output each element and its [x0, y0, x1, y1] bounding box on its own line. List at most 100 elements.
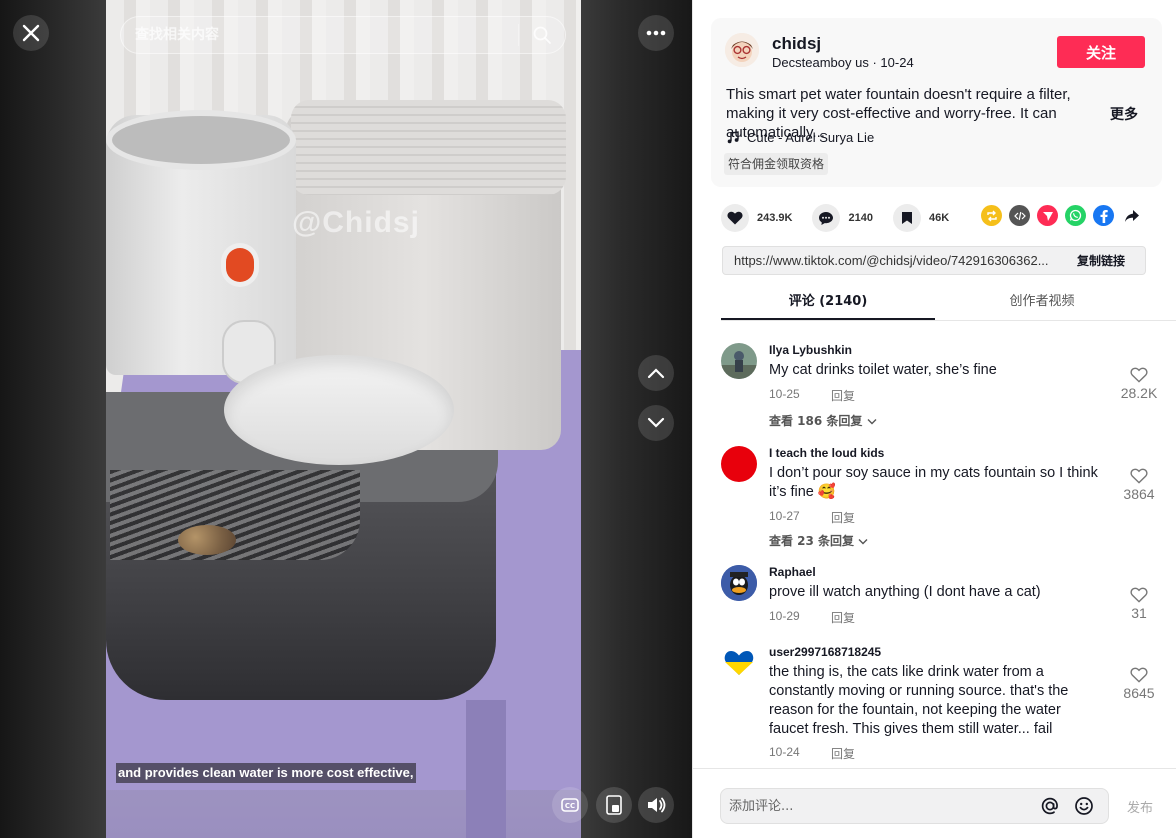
share-icons: [981, 205, 1142, 226]
author-avatar[interactable]: [725, 33, 759, 67]
follow-button[interactable]: 关注: [1057, 36, 1145, 68]
send-icon: [1042, 211, 1053, 221]
author-meta: Decsteamboy us · 10-24: [772, 55, 914, 70]
copy-link-button[interactable]: 复制链接: [1057, 252, 1145, 269]
comment-like-button[interactable]: 8645: [1117, 667, 1161, 701]
embed-button[interactable]: [1009, 205, 1030, 226]
commenter-username[interactable]: user2997168718245: [769, 645, 881, 659]
heart-outline-icon: [1130, 367, 1148, 383]
view-replies-link[interactable]: 查看 23 条回复: [769, 532, 868, 549]
mention-icon[interactable]: [1040, 796, 1060, 816]
comment-like-button[interactable]: 3864: [1117, 468, 1161, 502]
comment-like-count: 8645: [1123, 685, 1155, 701]
search-button[interactable]: [519, 17, 565, 53]
comment-item: user2997168718245 the thing is, the cats…: [721, 645, 1161, 767]
music-note-icon: [727, 131, 739, 144]
commenter-avatar[interactable]: [721, 446, 757, 482]
comment-like-button[interactable]: 31: [1117, 587, 1161, 621]
video-scene-food: [178, 525, 236, 555]
commenter-username[interactable]: Ilya Lybushkin: [769, 343, 852, 357]
video-caption: and provides clean water is more cost ef…: [116, 763, 416, 783]
music-title: Cute - Aurel Surya Lie: [747, 130, 875, 145]
video-scene-bowl: [224, 355, 454, 465]
tab-comments[interactable]: 评论 (2140): [721, 285, 935, 320]
comment-button[interactable]: [812, 204, 841, 232]
expand-description-link[interactable]: 更多: [1110, 104, 1138, 124]
more-dots-icon: [646, 30, 666, 36]
close-button[interactable]: [13, 15, 49, 51]
comment-date: 10-24: [769, 745, 800, 759]
comment-date: 10-27: [769, 509, 800, 523]
video-player[interactable]: @Chidsj and provides clean water is more…: [0, 0, 692, 838]
comment-action[interactable]: 2140: [812, 204, 873, 232]
captions-icon: CC: [561, 798, 579, 812]
floating-player-button[interactable]: [596, 787, 632, 823]
search-bar[interactable]: [120, 16, 566, 54]
comment-date: 10-29: [769, 609, 800, 623]
comment-composer: 发布: [693, 768, 1176, 838]
commission-eligible-tag: 符合佣金领取资格: [724, 153, 829, 175]
author-display-name[interactable]: Decsteamboy us: [772, 55, 869, 70]
repost-button[interactable]: [981, 205, 1002, 226]
comment-like-count: 28.2K: [1120, 385, 1158, 401]
comment-text: I don’t pour soy sauce in my cats founta…: [769, 465, 1098, 500]
volume-icon: [648, 797, 666, 813]
heart-icon: [727, 211, 743, 225]
tab-creator-videos[interactable]: 创作者视频: [935, 285, 1149, 320]
previous-video-button[interactable]: [638, 355, 674, 391]
facebook-icon: [1100, 209, 1108, 223]
share-link-box: https://www.tiktok.com/@chidsj/video/742…: [722, 246, 1146, 275]
video-frame[interactable]: @Chidsj: [106, 0, 581, 838]
comment-item: Raphael prove ill watch anything (I dont…: [721, 565, 1161, 637]
author-username[interactable]: chidsj: [772, 34, 821, 54]
send-to-friends-button[interactable]: [1037, 205, 1058, 226]
whatsapp-icon: [1069, 209, 1082, 222]
video-scene-grate: [110, 470, 360, 560]
view-replies-label: 查看 186 条回复: [769, 414, 863, 428]
whatsapp-share-button[interactable]: [1065, 205, 1086, 226]
view-replies-label: 查看 23 条回复: [769, 534, 855, 548]
save-action[interactable]: 46K: [892, 204, 949, 232]
commenter-username[interactable]: I teach the loud kids: [769, 446, 884, 460]
video-url[interactable]: https://www.tiktok.com/@chidsj/video/742…: [723, 253, 1057, 268]
commenter-avatar[interactable]: [721, 645, 757, 681]
commenter-avatar[interactable]: [721, 565, 757, 601]
next-video-button[interactable]: [638, 405, 674, 441]
comment-list[interactable]: Ilya Lybushkin My cat drinks toilet wate…: [693, 322, 1176, 767]
video-scene-cylinder-top: [106, 110, 296, 170]
like-button[interactable]: [721, 204, 749, 232]
like-action[interactable]: 243.9K: [721, 204, 792, 232]
reply-button[interactable]: 回复: [831, 509, 855, 526]
heart-outline-icon: [1130, 667, 1148, 683]
comment-input[interactable]: [721, 789, 1040, 823]
commenter-username[interactable]: Raphael: [769, 565, 816, 579]
captions-button[interactable]: CC: [552, 787, 588, 823]
emoji-icon[interactable]: [1074, 796, 1094, 816]
comment-box[interactable]: [720, 788, 1109, 824]
comment-like-button[interactable]: 28.2K: [1117, 367, 1161, 401]
side-panel: chidsj Decsteamboy us · 10-24 关注 This sm…: [692, 0, 1176, 838]
facebook-share-button[interactable]: [1093, 205, 1114, 226]
save-button[interactable]: [892, 204, 921, 232]
embed-icon: [1013, 211, 1026, 220]
music-link[interactable]: Cute - Aurel Surya Lie: [727, 130, 874, 145]
view-replies-link[interactable]: 查看 186 条回复: [769, 412, 877, 429]
volume-button[interactable]: [638, 787, 674, 823]
search-icon: [533, 26, 551, 44]
chevron-up-icon: [647, 368, 665, 379]
commenter-avatar[interactable]: [721, 343, 757, 379]
publish-comment-button[interactable]: 发布: [1127, 797, 1153, 816]
reply-button[interactable]: 回复: [831, 609, 855, 626]
reply-button[interactable]: 回复: [831, 745, 855, 762]
video-scene-table-leg: [466, 700, 506, 838]
reply-button[interactable]: 回复: [831, 387, 855, 404]
more-share-button[interactable]: [1121, 205, 1142, 226]
comment-bubble-icon: [819, 211, 834, 225]
repost-icon: [986, 210, 997, 221]
video-scene-red-button: [226, 248, 254, 282]
more-options-button[interactable]: [638, 15, 674, 51]
commenter-avatar-image: [721, 565, 757, 601]
post-info-card: chidsj Decsteamboy us · 10-24 关注 This sm…: [711, 18, 1162, 187]
tiktok-video-page: @Chidsj and provides clean water is more…: [0, 0, 1176, 838]
search-input[interactable]: [121, 17, 518, 53]
